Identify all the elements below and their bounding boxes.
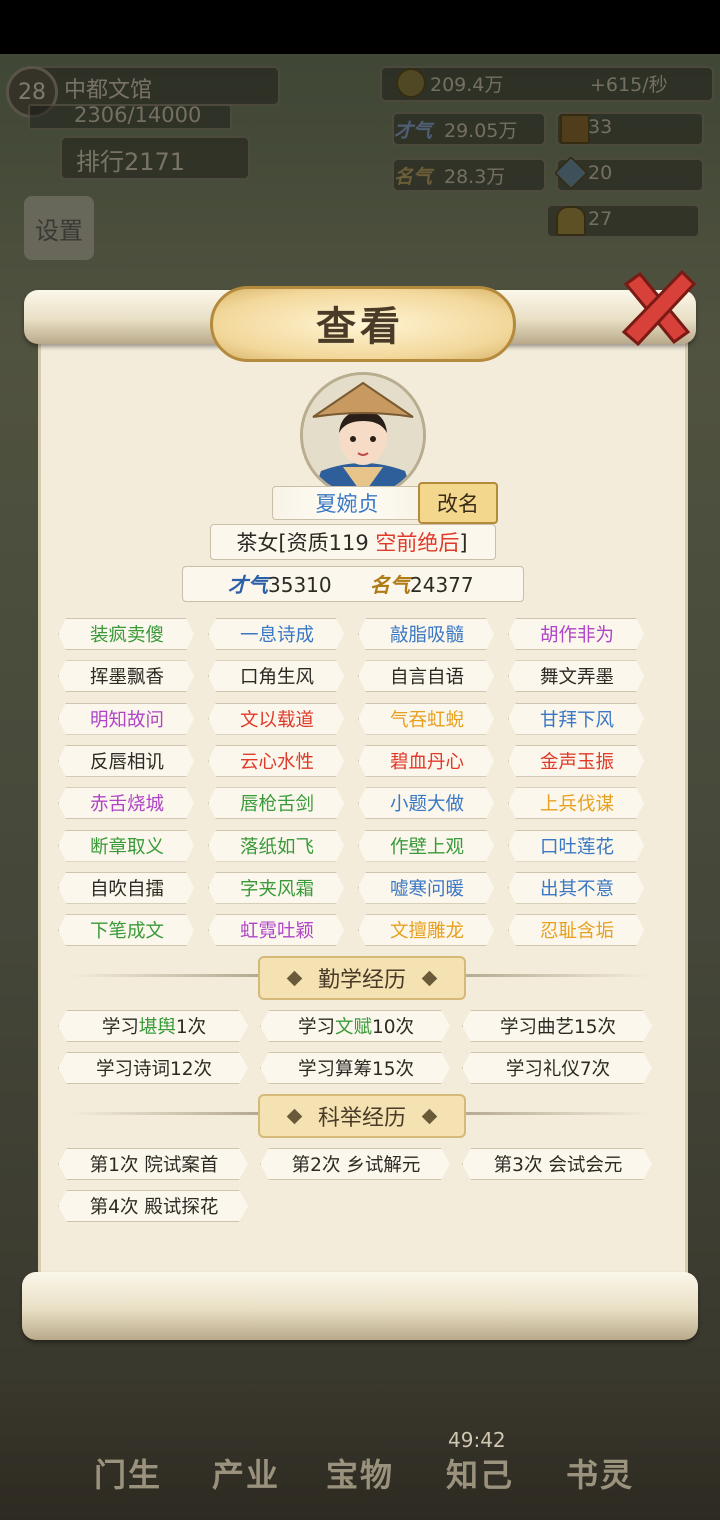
- talent-label: 才气: [228, 573, 268, 597]
- trait-tag[interactable]: 一息诗成: [208, 618, 344, 650]
- character-name: 夏婉贞: [315, 492, 379, 516]
- study-record: 学习 曲艺 15次: [462, 1010, 652, 1042]
- timer: 49:42: [448, 1428, 506, 1452]
- fame-stat: 名气24377: [370, 569, 474, 598]
- trait-tag[interactable]: 舞文弄墨: [508, 660, 644, 693]
- trait-tag[interactable]: 胡作非为: [508, 618, 644, 650]
- study-record: 学习 诗词 12次: [58, 1052, 248, 1084]
- fame-stat-value: 24377: [410, 573, 474, 597]
- study-section-title: 勤学经历: [258, 956, 466, 1000]
- trait-tag[interactable]: 挥墨飘香: [58, 660, 194, 693]
- study-record: 学习 堪舆 1次: [58, 1010, 248, 1042]
- study-prefix: 学习: [499, 1017, 537, 1038]
- trait-tag[interactable]: 云心水性: [208, 744, 344, 777]
- trait-tag[interactable]: 断章取义: [58, 829, 194, 862]
- exam-record: 第3次 会试会元: [462, 1148, 652, 1180]
- trait-tag[interactable]: 自吹自擂: [58, 871, 194, 904]
- study-count: 15次: [371, 1059, 415, 1080]
- study-prefix: 学习: [101, 1017, 139, 1038]
- trait-tag[interactable]: 明知故问: [58, 702, 194, 735]
- study-subject: 诗词: [132, 1059, 170, 1080]
- study-count: 12次: [169, 1059, 213, 1080]
- study-record: 学习 算筹 15次: [260, 1052, 450, 1084]
- trait-tag[interactable]: 碧血丹心: [358, 744, 494, 777]
- divider-left: [70, 1112, 258, 1115]
- status-bar: [0, 0, 720, 54]
- diamond-icon: [421, 1108, 438, 1124]
- trait-tag[interactable]: 小题大做: [358, 787, 494, 820]
- study-count: 10次: [371, 1017, 415, 1038]
- trait-tag[interactable]: 文擅雕龙: [358, 914, 494, 947]
- talent-stat: 才气35310: [228, 569, 332, 598]
- trait-tag[interactable]: 赤舌烧城: [58, 787, 194, 820]
- divider-right: [462, 1112, 650, 1115]
- trait-tag[interactable]: 反唇相讥: [58, 744, 194, 777]
- study-prefix: 学习: [297, 1059, 335, 1080]
- trait-tag[interactable]: 落纸如飞: [208, 829, 344, 862]
- study-count: 7次: [579, 1059, 611, 1080]
- diamond-icon: [286, 1108, 303, 1124]
- study-subject: 文赋: [334, 1017, 372, 1038]
- character-avatar: [300, 372, 426, 498]
- study-count: 1次: [175, 1017, 207, 1038]
- study-subject: 礼仪: [542, 1059, 580, 1080]
- study-count: 15次: [573, 1017, 617, 1038]
- character-portrait-icon: [303, 375, 423, 495]
- study-subject: 曲艺: [536, 1017, 574, 1038]
- study-record: 学习 礼仪 7次: [462, 1052, 652, 1084]
- study-prefix: 学习: [297, 1017, 335, 1038]
- trait-tag[interactable]: 字夹风霜: [208, 871, 344, 904]
- role-info: 茶女[资质119 空前绝后]: [210, 527, 494, 557]
- study-subject: 堪舆: [138, 1017, 176, 1038]
- exam-record: 第4次 殿试探花: [58, 1190, 248, 1222]
- diamond-icon: [286, 970, 303, 986]
- study-record: 学习 文赋 10次: [260, 1010, 450, 1042]
- nav-button[interactable]: 书灵: [540, 1416, 660, 1496]
- trait-tag[interactable]: 敲脂吸髓: [358, 618, 494, 650]
- study-prefix: 学习: [505, 1059, 543, 1080]
- trait-tag[interactable]: 上兵伐谋: [508, 787, 644, 820]
- trait-tag[interactable]: 虹霓吐颖: [208, 914, 344, 947]
- scroll-bottom-rod: [22, 1272, 698, 1340]
- divider-right: [462, 974, 650, 977]
- nav-button[interactable]: 宝物: [300, 1416, 420, 1496]
- trait-tag[interactable]: 金声玉振: [508, 744, 644, 777]
- trait-tag[interactable]: 文以载道: [208, 702, 344, 735]
- trait-tag[interactable]: 气吞虹蜺: [358, 702, 494, 735]
- role-suffix: ]: [459, 531, 468, 555]
- nav-button[interactable]: 门生: [68, 1416, 188, 1496]
- trait-tag[interactable]: 唇枪舌剑: [208, 787, 344, 820]
- divider-left: [70, 974, 258, 977]
- rename-button[interactable]: 改名: [418, 482, 498, 524]
- study-prefix: 学习: [95, 1059, 133, 1080]
- exam-section-title: 科举经历: [258, 1094, 466, 1138]
- trait-tag[interactable]: 甘拜下风: [508, 702, 644, 735]
- trait-tag[interactable]: 嘘寒问暖: [358, 871, 494, 904]
- dialog-title: 查看: [316, 303, 404, 350]
- nav-button[interactable]: 产业: [186, 1416, 306, 1496]
- diamond-icon: [421, 970, 438, 986]
- fame-label: 名气: [370, 573, 410, 597]
- exam-record: 第2次 乡试解元: [260, 1148, 450, 1180]
- grade-text: 空前绝后: [375, 531, 460, 555]
- trait-tag[interactable]: 自言自语: [358, 660, 494, 693]
- trait-tag[interactable]: 口吐莲花: [508, 829, 644, 862]
- talent-stat-value: 35310: [268, 573, 332, 597]
- exam-title-text: 科举经历: [317, 1106, 406, 1131]
- close-icon[interactable]: [612, 262, 702, 352]
- exam-record: 第1次 院试案首: [58, 1148, 248, 1180]
- trait-tag[interactable]: 下笔成文: [58, 914, 194, 947]
- trait-tag[interactable]: 口角生风: [208, 660, 344, 693]
- trait-tag[interactable]: 出其不意: [508, 871, 644, 904]
- study-title-text: 勤学经历: [317, 968, 406, 993]
- trait-tag[interactable]: 装疯卖傻: [58, 618, 194, 650]
- trait-tag[interactable]: 作壁上观: [358, 829, 494, 862]
- study-subject: 算筹: [334, 1059, 372, 1080]
- trait-tag[interactable]: 忍耻含垢: [508, 914, 644, 947]
- role-text: 茶女[资质119: [236, 531, 369, 555]
